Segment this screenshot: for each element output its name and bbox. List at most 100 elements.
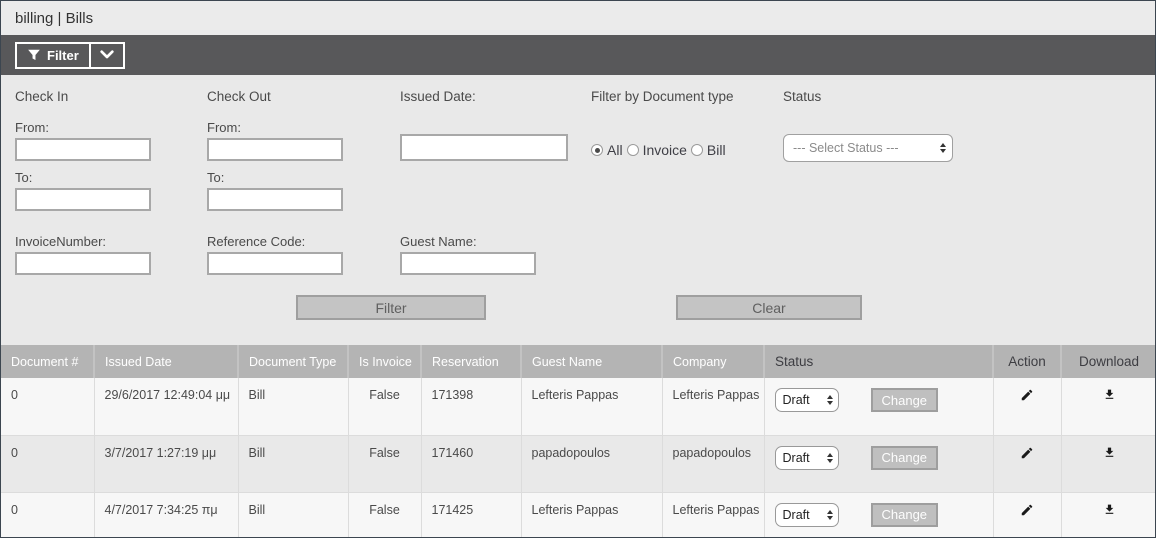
- cell-action: [993, 492, 1062, 537]
- row-status-select[interactable]: Draft: [774, 502, 839, 527]
- invoice-number-label: InvoiceNumber:: [15, 234, 107, 249]
- cell-document-type: Bill: [238, 492, 349, 537]
- download-button[interactable]: [1103, 388, 1116, 404]
- document-type-radio-group: All Invoice Bill: [591, 142, 783, 158]
- invoice-number-group: InvoiceNumber:: [15, 234, 207, 275]
- breadcrumb-text: billing | Bills: [15, 9, 94, 27]
- cell-status: Draft Change: [764, 378, 994, 436]
- bills-page: billing | Bills Filter Check In From: To…: [0, 0, 1156, 538]
- table-header-row: Document # Issued Date Document Type Is …: [1, 345, 1155, 378]
- radio-invoice-label: Invoice: [642, 142, 687, 158]
- cell-document-number: 0: [1, 492, 95, 537]
- radio-all-label: All: [607, 142, 623, 158]
- filter-toggle-button[interactable]: Filter: [17, 44, 89, 67]
- cell-guest-name: Lefteris Pappas: [521, 378, 663, 436]
- guest-name-input[interactable]: [400, 252, 536, 275]
- cell-guest-name: papadopoulos: [521, 435, 663, 493]
- filter-actions-row: Filter Clear: [15, 295, 1155, 321]
- clear-button[interactable]: Clear: [676, 295, 862, 320]
- check-out-from-input[interactable]: [207, 138, 343, 161]
- status-filter-label: Status: [783, 89, 822, 104]
- guest-name-group: Guest Name:: [400, 234, 591, 275]
- chevron-down-icon: [99, 49, 115, 61]
- funnel-icon: [27, 48, 41, 62]
- document-type-label: Filter by Document type: [591, 89, 734, 104]
- col-header-guest-name[interactable]: Guest Name: [521, 345, 663, 378]
- edit-button[interactable]: [1020, 446, 1034, 463]
- col-header-issued-date[interactable]: Issued Date: [94, 345, 239, 378]
- radio-invoice-circle[interactable]: [626, 144, 639, 156]
- col-header-document-type[interactable]: Document Type: [238, 345, 349, 378]
- breadcrumb: billing | Bills: [1, 1, 1155, 35]
- reference-code-group: Reference Code:: [207, 234, 400, 275]
- check-in-to-label: To:: [15, 170, 33, 185]
- radio-bill-label: Bill: [706, 142, 726, 158]
- check-in-group: Check In From: To:: [15, 89, 207, 211]
- filter-split-button[interactable]: Filter: [15, 41, 125, 69]
- download-button[interactable]: [1103, 446, 1116, 462]
- bills-table: Document # Issued Date Document Type Is …: [1, 345, 1155, 537]
- cell-is-invoice: False: [348, 378, 422, 436]
- check-out-from-label: From:: [207, 120, 241, 135]
- filter-submit-button[interactable]: Filter: [296, 295, 486, 320]
- check-in-from-label: From:: [15, 120, 49, 135]
- col-header-download: Download: [1061, 345, 1155, 378]
- pencil-icon: [1020, 447, 1034, 463]
- check-in-to-input[interactable]: [15, 188, 151, 211]
- filter-button-label: Filter: [47, 47, 79, 63]
- issued-date-input[interactable]: [400, 134, 568, 161]
- check-out-title: Check Out: [207, 89, 271, 104]
- col-header-reservation[interactable]: Reservation: [421, 345, 522, 378]
- row-status-select[interactable]: Draft: [774, 388, 839, 412]
- col-header-company[interactable]: Company: [662, 345, 765, 378]
- download-icon: [1105, 504, 1113, 514]
- download-icon: [1103, 389, 1116, 404]
- download-button[interactable]: [1103, 503, 1116, 519]
- radio-bill[interactable]: Bill: [690, 142, 726, 158]
- check-in-from-input[interactable]: [15, 138, 151, 161]
- status-select[interactable]: --- Select Status ---: [783, 134, 953, 162]
- radio-all[interactable]: All: [591, 142, 623, 158]
- row-status-select-value: Draft: [782, 507, 810, 522]
- radio-all-circle[interactable]: [591, 144, 603, 156]
- cell-status: Draft Change: [764, 492, 994, 537]
- reference-code-label: Reference Code:: [207, 234, 306, 249]
- radio-bill-circle[interactable]: [690, 144, 703, 156]
- status-select-value: --- Select Status ---: [793, 141, 899, 155]
- cell-document-type: Bill: [238, 435, 349, 493]
- row-status-select[interactable]: Draft: [774, 445, 839, 470]
- col-header-is-invoice[interactable]: Is Invoice: [348, 345, 422, 378]
- edit-button[interactable]: [1020, 388, 1034, 405]
- cell-company: papadopoulos: [662, 435, 765, 493]
- toolbar: Filter: [1, 35, 1155, 75]
- cell-document-number: 0: [1, 435, 95, 493]
- cell-issued-date: 4/7/2017 7:34:25 πμ: [94, 492, 239, 537]
- cell-status: Draft Change: [764, 435, 994, 493]
- cell-guest-name: Lefteris Pappas: [521, 492, 663, 537]
- cell-download: [1061, 435, 1155, 493]
- change-status-button[interactable]: Change: [870, 502, 939, 527]
- select-spinner-icon: [826, 452, 833, 463]
- filter-dropdown-caret[interactable]: [91, 44, 123, 67]
- guest-name-label: Guest Name:: [400, 234, 477, 249]
- row-status-select-value: Draft: [782, 393, 810, 407]
- issued-date-label: Issued Date:: [400, 89, 476, 104]
- check-in-title: Check In: [15, 89, 69, 104]
- check-out-to-input[interactable]: [207, 188, 343, 211]
- radio-invoice[interactable]: Invoice: [626, 142, 687, 158]
- select-spinner-icon: [826, 509, 833, 520]
- select-spinner-icon: [940, 143, 946, 153]
- cell-is-invoice: False: [348, 492, 422, 537]
- pencil-icon: [1020, 389, 1034, 405]
- table-row: 0 29/6/2017 12:49:04 μμ Bill False 17139…: [1, 378, 1155, 436]
- cell-reservation: 171398: [421, 378, 522, 436]
- reference-code-input[interactable]: [207, 252, 343, 275]
- edit-button[interactable]: [1020, 503, 1034, 520]
- col-header-document-number[interactable]: Document #: [1, 345, 95, 378]
- change-status-button[interactable]: Change: [870, 445, 939, 470]
- change-status-button[interactable]: Change: [870, 388, 939, 412]
- invoice-number-input[interactable]: [15, 252, 151, 275]
- check-out-to-label: To:: [207, 170, 225, 185]
- cell-action: [993, 435, 1062, 493]
- table-row: 0 3/7/2017 1:27:19 μμ Bill False 171460 …: [1, 435, 1155, 493]
